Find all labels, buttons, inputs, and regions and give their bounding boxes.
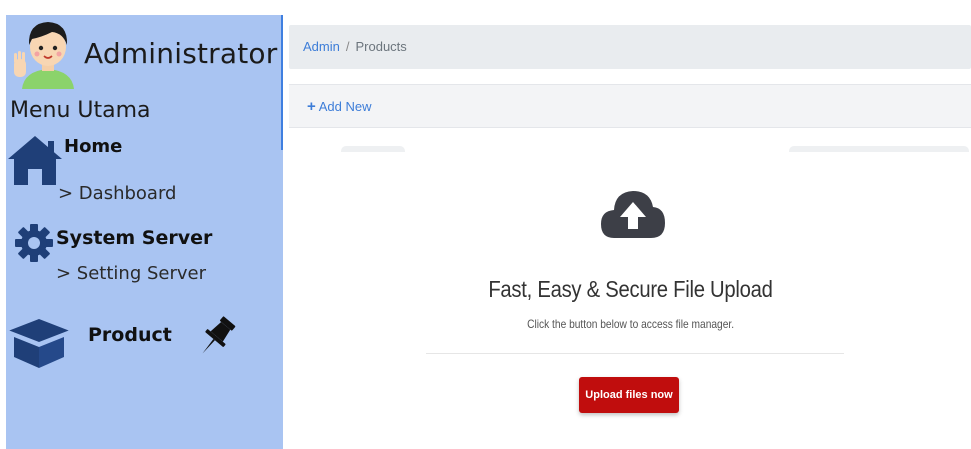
upload-panel: Fast, Easy & Secure File Upload Click th… (289, 152, 971, 449)
admin-avatar-icon (14, 22, 74, 89)
sidebar-item-product[interactable]: Product (88, 324, 172, 346)
box-icon[interactable] (6, 313, 72, 369)
upload-subtitle: Click the button below to access file ma… (527, 317, 735, 331)
plus-icon: + (307, 98, 316, 115)
add-new-label: Add New (318, 99, 372, 114)
home-icon[interactable] (6, 133, 64, 187)
breadcrumb-separator: / (345, 39, 350, 54)
sidebar-edge-divider (281, 15, 283, 150)
add-new-button[interactable]: + Add New (307, 98, 372, 115)
gear-icon[interactable] (14, 223, 54, 263)
divider (426, 353, 844, 354)
sidebar-item-dashboard[interactable]: > Dashboard (58, 183, 176, 204)
upload-files-button[interactable]: Upload files now (579, 377, 679, 413)
breadcrumb-admin-link[interactable]: Admin (303, 39, 340, 54)
upload-title: Fast, Easy & Secure File Upload (488, 276, 773, 302)
breadcrumb-current: Products (355, 39, 407, 54)
sidebar: Administrator Menu Utama Home > Dashboar… (6, 15, 283, 449)
sidebar-item-system-server[interactable]: System Server (56, 227, 212, 249)
cloud-upload-icon (601, 191, 665, 238)
pin-icon[interactable] (196, 315, 236, 359)
sidebar-item-setting-server[interactable]: > Setting Server (56, 263, 206, 284)
sidebar-item-home[interactable]: Home (64, 136, 122, 157)
toolbar: + Add New (289, 84, 971, 128)
menu-heading: Menu Utama (10, 98, 151, 123)
sidebar-title: Administrator (84, 37, 278, 70)
breadcrumb: Admin / Products (289, 25, 971, 69)
